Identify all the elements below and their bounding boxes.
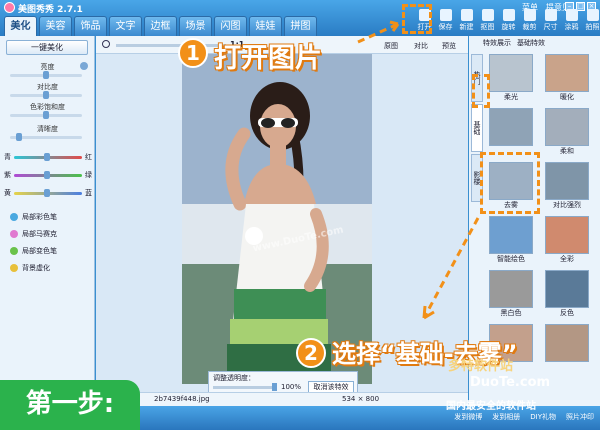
tab-flash[interactable]: 闪图 [214, 16, 247, 36]
recolor-pen-icon [10, 247, 18, 255]
camera-icon [586, 9, 599, 21]
crop-icon [523, 9, 536, 21]
tab-text[interactable]: 文字 [109, 16, 142, 36]
effect-high-contrast[interactable]: 对比强烈 [542, 162, 592, 214]
contrast-slider[interactable] [10, 91, 82, 99]
tab-scene[interactable]: 场景 [179, 16, 212, 36]
site-watermark-name: 多特软件站 [448, 359, 514, 374]
site-watermark-domain: DuoTe.com [470, 375, 551, 390]
cyan-red-thumb[interactable] [44, 153, 50, 161]
brightness-slider[interactable] [10, 71, 82, 79]
app-logo-icon [4, 2, 15, 13]
diy-gift-link[interactable]: DIY礼物 [530, 412, 556, 422]
saturation-slider[interactable] [10, 111, 82, 119]
defog-highlight-box [480, 152, 540, 214]
basic-tab-highlight-box [472, 74, 490, 108]
adjust-panel: 一键美化 亮度 对比度 色彩饱和度 清晰度 青 红 紫 绿 黄 蓝 局部彩色笔 … [0, 36, 95, 406]
purple-green-slider[interactable]: 紫 绿 [4, 170, 92, 180]
main-tabs: 美化 美容 饰品 文字 边框 场景 闪图 娃娃 拼图 [4, 16, 317, 36]
effect-full-color[interactable]: 全彩 [542, 216, 592, 268]
local-color-pen-button[interactable]: 局部彩色笔 [10, 212, 57, 222]
brush-icon [565, 9, 578, 21]
doodle-button[interactable]: 涂鸦 [561, 7, 582, 35]
tab-beautify[interactable]: 美化 [4, 16, 37, 36]
resize-icon [544, 9, 557, 21]
new-icon [460, 9, 473, 21]
toolbar: 打开 保存 新建 抠图 旋转 裁剪 尺寸 涂鸦 拍照 [414, 7, 600, 35]
background-blur-button[interactable]: 背景虚化 [10, 263, 50, 273]
effect-invert[interactable]: 反色 [542, 270, 592, 322]
share-weibo-link[interactable]: 发到微博 [454, 412, 482, 422]
camera-button[interactable]: 拍照 [582, 7, 600, 35]
photo-print-link[interactable]: 照片冲印 [566, 412, 594, 422]
local-mosaic-button[interactable]: 局部马赛克 [10, 229, 57, 239]
step-2-badge: 2 [296, 338, 326, 368]
reset-icon[interactable] [80, 62, 88, 70]
save-button[interactable]: 保存 [435, 7, 456, 35]
tab-accessories[interactable]: 饰品 [74, 16, 107, 36]
sharpness-slider[interactable] [10, 133, 82, 141]
compare-view-option[interactable]: 对比 [414, 41, 428, 51]
save-icon [439, 9, 452, 21]
one-click-beautify-button[interactable]: 一键美化 [6, 40, 88, 55]
crop-button[interactable]: 裁剪 [519, 7, 540, 35]
tab-doll[interactable]: 娃娃 [249, 16, 282, 36]
opacity-label: 调整透明度： [213, 374, 255, 382]
effect-thumb-12[interactable] [542, 324, 592, 376]
cutout-button[interactable]: 抠图 [477, 7, 498, 35]
yellow-blue-thumb[interactable] [44, 189, 50, 197]
title-bar: 美图秀秀 2.7.1 美化 美容 饰品 文字 边框 场景 闪图 娃娃 拼图 菜单… [0, 0, 600, 36]
resize-button[interactable]: 尺寸 [540, 7, 561, 35]
cutout-icon [481, 9, 494, 21]
mosaic-icon [10, 230, 18, 238]
purple-green-thumb[interactable] [44, 171, 50, 179]
opacity-slider[interactable] [213, 383, 277, 391]
new-button[interactable]: 新建 [456, 7, 477, 35]
cyan-red-slider[interactable]: 青 红 [4, 152, 92, 162]
site-watermark-slogan: 国内最安全的软件站 [446, 401, 536, 412]
image-size: 534 × 800 [342, 395, 380, 403]
tab-basic-effects[interactable]: 基础特效 [517, 38, 545, 52]
yellow-blue-slider[interactable]: 黄 蓝 [4, 188, 92, 198]
effect-smart-color[interactable]: 智能绘色 [486, 216, 536, 268]
zoom-slider[interactable] [116, 44, 226, 47]
effect-black-white[interactable]: 黑白色 [486, 270, 536, 322]
effect-soft[interactable]: 柔和 [542, 108, 592, 160]
open-highlight-box [402, 4, 432, 34]
app-title: 美图秀秀 2.7.1 [18, 5, 83, 15]
sharpness-slider-thumb[interactable] [16, 133, 22, 141]
saturation-slider-thumb[interactable] [43, 111, 49, 119]
effect-warm[interactable]: 暖化 [542, 54, 592, 106]
blur-icon [10, 264, 18, 272]
rotate-button[interactable]: 旋转 [498, 7, 519, 35]
preview-option[interactable]: 预览 [442, 41, 456, 51]
local-recolor-pen-button[interactable]: 局部变色笔 [10, 246, 57, 256]
tab-beauty[interactable]: 美容 [39, 16, 72, 36]
status-line: 2b7439f448.jpg 534 × 800 [96, 392, 468, 406]
contrast-slider-thumb[interactable] [43, 91, 49, 99]
magnifier-icon [102, 40, 110, 48]
first-step-banner: 第一步: [0, 380, 140, 430]
tab-collage[interactable]: 拼图 [284, 16, 317, 36]
file-name: 2b7439f448.jpg [154, 395, 210, 403]
opacity-value: 100% [281, 383, 302, 391]
opacity-slider-thumb[interactable] [272, 383, 277, 391]
share-album-link[interactable]: 发到相册 [492, 412, 520, 422]
effect-soft-light[interactable]: 柔光 [486, 54, 536, 106]
sharpness-label: 清晰度 [37, 125, 58, 133]
step-1-text: 打开图片 [214, 43, 322, 74]
brightness-slider-thumb[interactable] [43, 71, 49, 79]
tab-effect-showcase[interactable]: 特效展示 [483, 38, 511, 52]
category-tab-basic[interactable]: 基础 [471, 104, 483, 152]
original-view-option[interactable]: 原图 [384, 41, 398, 51]
rotate-icon [502, 9, 515, 21]
color-pen-icon [10, 213, 18, 221]
tab-frame[interactable]: 边框 [144, 16, 177, 36]
step-1-badge: 1 [178, 38, 208, 68]
